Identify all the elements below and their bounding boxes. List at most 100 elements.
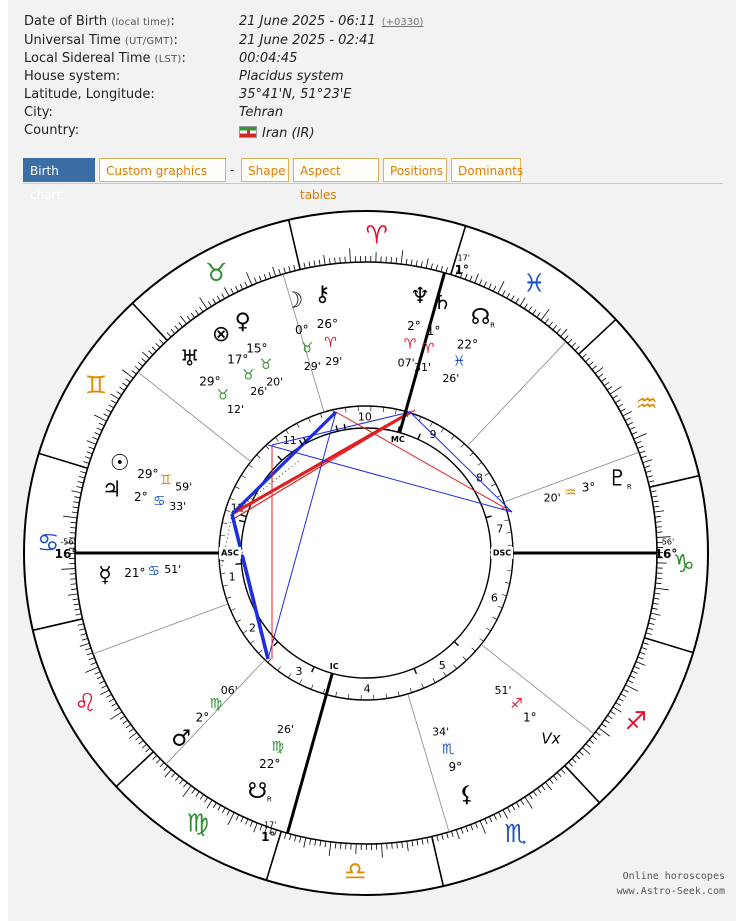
sun-degree: 29° [137, 467, 158, 481]
pluto-icon: ♇ [607, 467, 627, 492]
moon-degree: 0° [295, 323, 309, 337]
birth-chart-wheel: ♈♉♊♋♌♍♎♏♐♑♒♓ 123456789101112 ASCDSCMCICA… [23, 210, 709, 896]
ic-label: IC [330, 662, 339, 671]
south-node-minute: 26' [277, 723, 294, 736]
degree-tick [655, 526, 662, 528]
pisces-sign-icon: ♓ [523, 269, 545, 298]
dsc-degree: 16° [655, 547, 678, 561]
pluto-retrograde: R [627, 483, 632, 491]
aries-sign-icon: ♈ [365, 221, 387, 250]
house-number-2: 2 [249, 621, 256, 634]
aquarius-sign-icon: ♒ [635, 389, 657, 418]
degree-tick [391, 842, 393, 849]
lilith-sign-icon: ♏ [442, 742, 455, 758]
neptune-degree: 2° [407, 319, 421, 333]
dsc-label: DSC [475, 549, 493, 558]
degree-tick [655, 577, 662, 579]
scorpio-sign-icon: ♏ [504, 819, 526, 848]
uranus-degree: 29° [199, 374, 220, 388]
site-credit: Online horoscopes www.Astro-Seek.com [617, 869, 725, 899]
ic-minute: 17' [264, 821, 276, 830]
chiron-degree: 26° [317, 317, 338, 331]
part-of-fortune-icon: ⊗ [212, 322, 230, 347]
sagittarius-sign-icon: ♐ [625, 707, 647, 736]
libra-sign-icon: ♎ [344, 856, 366, 885]
sun-minute: 59' [175, 480, 192, 493]
sun-sign-icon: ♊ [159, 472, 172, 488]
part-of-fortune-minute: 26' [250, 385, 267, 398]
mercury-icon: ☿ [98, 563, 112, 588]
south-node-sign-icon: ♍ [271, 739, 284, 755]
mercury-sign-icon: ♋ [148, 563, 161, 579]
aspect-circle [240, 427, 492, 679]
pluto-minute: 20' [544, 492, 561, 505]
chiron-sign-icon: ♈ [324, 335, 337, 351]
venus-minute: 20' [266, 375, 283, 388]
jupiter-sign-icon: ♋ [153, 494, 166, 510]
degree-tick [70, 578, 77, 580]
credit-line-2: www.Astro-Seek.com [616, 886, 725, 897]
mc-label: MC [391, 435, 405, 444]
north-node-degree: 22° [457, 337, 478, 351]
jupiter-minute: 33' [169, 500, 186, 513]
uranus-minute: 12' [227, 403, 244, 416]
north-node-sign-icon: ♓ [453, 353, 466, 369]
saturn-sign-icon: ♈ [422, 341, 435, 357]
house-number-6: 6 [491, 591, 498, 604]
uranus-icon: ♅ [180, 347, 200, 372]
north-node-minute: 26' [442, 372, 459, 385]
moon-minute: 29' [304, 360, 321, 373]
degree-tick [339, 257, 341, 264]
venus-sign-icon: ♉ [259, 357, 272, 373]
chiron-icon: ⚷ [314, 282, 330, 307]
house-number-1: 1 [229, 570, 236, 583]
north-node-retrograde: R [490, 321, 495, 329]
house-number-4: 4 [364, 682, 371, 695]
moon-icon: ☽ [284, 289, 304, 314]
neptune-minute: 07' [398, 357, 415, 370]
uranus-sign-icon: ♉ [216, 387, 229, 403]
part-of-fortune-sign-icon: ♉ [242, 368, 255, 384]
asc-label: ASC [239, 549, 257, 558]
chiron-position-tick [343, 423, 346, 430]
dsc-label-text: DSC [493, 549, 511, 558]
mars-sign-icon: ♍ [210, 696, 223, 712]
vertex-icon: Vx [541, 730, 560, 748]
mercury-minute: 51' [164, 563, 181, 576]
south-node-retrograde: R [267, 795, 272, 803]
part-of-fortune-degree: 17° [227, 353, 248, 367]
taurus-sign-icon: ♉ [205, 258, 227, 287]
neptune-icon: ♆ [410, 284, 430, 309]
asc-degree: 16° [55, 547, 78, 561]
degree-tick [70, 527, 77, 529]
jupiter-icon: ♃ [102, 477, 122, 502]
sun-icon: ☉ [110, 451, 130, 476]
dsc-minute: 56' [662, 538, 674, 547]
pluto-degree: 3° [582, 480, 596, 494]
degree-tick [390, 257, 392, 264]
virgo-sign-icon: ♍ [187, 808, 209, 837]
house-number-7: 7 [496, 523, 503, 536]
degree-tick [340, 842, 342, 849]
vertex-minute: 51' [494, 684, 511, 697]
south-node-icon: ☋ [248, 779, 268, 804]
house-number-3: 3 [295, 665, 302, 678]
saturn-minute: 31' [414, 361, 431, 374]
mc-minute: 17' [458, 253, 470, 262]
south-node-degree: 22° [259, 757, 280, 771]
venus-icon: ♀ [235, 309, 251, 334]
saturn-degree: 1° [427, 324, 441, 338]
lilith-degree: 9° [448, 760, 462, 774]
mars-minute: 06' [221, 684, 238, 697]
neptune-sign-icon: ♈ [404, 337, 417, 353]
vertex-degree: 1° [523, 710, 537, 724]
asc-label-text: ASC [221, 549, 239, 558]
lilith-icon: ⚸ [459, 782, 475, 807]
credit-line-1: Online horoscopes [622, 871, 725, 882]
venus-degree: 15° [246, 341, 267, 355]
asc-minute: -56' [60, 538, 75, 547]
mc-degree: 1° [455, 263, 469, 277]
gemini-sign-icon: ♊ [85, 370, 107, 399]
north-node-icon: ☊ [471, 305, 491, 330]
chiron-minute: 29' [325, 355, 342, 368]
